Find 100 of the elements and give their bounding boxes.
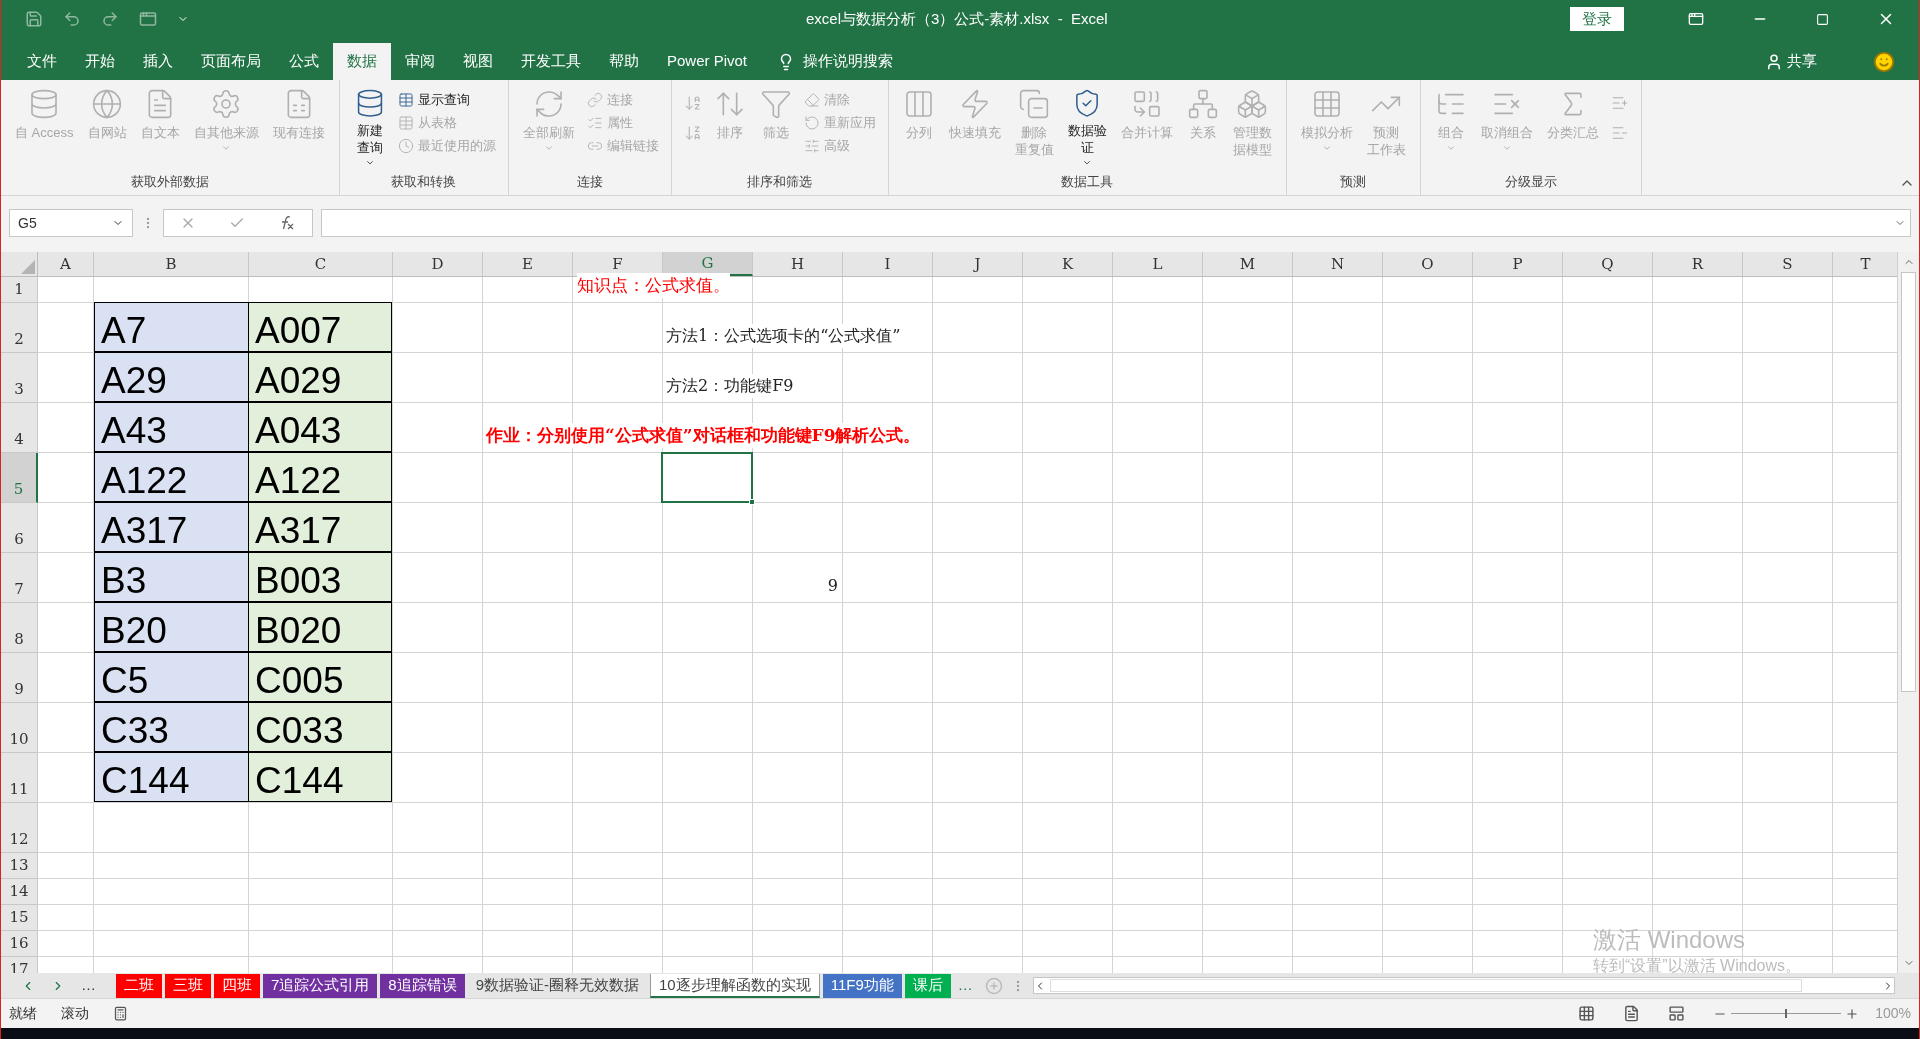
window-icon[interactable] — [139, 10, 157, 28]
sheet-tab[interactable]: 四班 — [214, 973, 260, 998]
more-sheets[interactable]: … — [81, 974, 96, 997]
column-header[interactable]: M — [1203, 252, 1293, 276]
ribbon-button[interactable]: 数据验 证 — [1061, 84, 1113, 168]
maximize-icon[interactable] — [1816, 12, 1829, 26]
active-cell-border[interactable] — [661, 452, 753, 503]
cube-icon — [1236, 88, 1268, 120]
row-header[interactable]: 3 — [1, 353, 38, 403]
column-header[interactable]: K — [1023, 252, 1113, 276]
row-header[interactable]: 4 — [1, 403, 38, 453]
cell-text: 知识点：公式求值。 — [577, 272, 730, 298]
row-header[interactable]: 7 — [1, 553, 38, 603]
name-box[interactable]: G5 — [9, 209, 133, 237]
ribbon-button[interactable]: 显示查询 — [393, 88, 500, 111]
row-header[interactable]: 11 — [1, 753, 38, 803]
row-header[interactable]: 5 — [1, 453, 38, 503]
select-all-icon[interactable] — [21, 260, 35, 274]
add-sheet-icon[interactable] — [984, 976, 1003, 995]
column-header[interactable]: O — [1383, 252, 1473, 276]
row-header[interactable]: 2 — [1, 303, 38, 353]
sheet-tab[interactable]: 11F9功能 — [822, 973, 902, 998]
column-header[interactable]: J — [933, 252, 1023, 276]
more-sheets[interactable]: … — [953, 974, 977, 997]
sheet-tab[interactable]: 7追踪公式引用 — [263, 973, 378, 998]
ribbon-group-label: 排序和筛选 — [747, 172, 812, 191]
column-header[interactable]: N — [1293, 252, 1383, 276]
page-break-icon[interactable] — [1668, 1005, 1686, 1022]
sheet-tab[interactable]: 二班 — [116, 973, 162, 998]
save-icon[interactable] — [25, 10, 43, 28]
menu-tab[interactable]: 帮助 — [595, 43, 653, 80]
cell-text: 方法1：公式选项卡的“公式求值” — [666, 324, 901, 348]
column-header[interactable]: C — [249, 252, 393, 276]
column-header[interactable]: P — [1473, 252, 1563, 276]
column-header[interactable]: S — [1743, 252, 1833, 276]
link-icon — [586, 91, 603, 108]
page-layout-icon[interactable] — [1623, 1005, 1641, 1022]
row-header[interactable]: 1 — [1, 277, 38, 303]
row-header[interactable]: 10 — [1, 703, 38, 753]
sheet-tab[interactable]: 8追踪错误 — [380, 973, 465, 998]
zoom-slider[interactable] — [1731, 1008, 1842, 1019]
row-header[interactable]: 14 — [1, 879, 38, 905]
row-header[interactable]: 13 — [1, 853, 38, 879]
menu-tab[interactable]: 开发工具 — [507, 43, 595, 80]
row-header[interactable]: 12 — [1, 803, 38, 853]
column-header[interactable]: H — [753, 252, 843, 276]
column-header[interactable]: R — [1653, 252, 1743, 276]
row-header[interactable]: 16 — [1, 931, 38, 957]
table-cell: B020 — [248, 602, 392, 652]
refresh-icon — [803, 114, 820, 131]
table-cell: A317 — [94, 502, 249, 552]
horizontal-scrollbar[interactable] — [1032, 977, 1895, 994]
macro-icon[interactable] — [113, 1006, 128, 1021]
menu-tab[interactable]: 视图 — [449, 43, 507, 80]
undo-icon[interactable] — [63, 10, 81, 28]
menu-tab[interactable]: 开始 — [71, 43, 129, 80]
row-header[interactable]: 17 — [1, 957, 38, 973]
sliders-icon — [803, 137, 820, 154]
row-header[interactable]: 6 — [1, 503, 38, 553]
watermark-hint: 转到“设置”以激活 Windows。 — [1593, 956, 1801, 976]
ribbon-display-icon[interactable] — [1688, 11, 1704, 27]
menu-tab[interactable]: 页面布局 — [187, 43, 275, 80]
column-header[interactable]: L — [1113, 252, 1203, 276]
column-header[interactable]: E — [483, 252, 573, 276]
menu-tab[interactable]: 审阅 — [391, 43, 449, 80]
row-header[interactable]: 9 — [1, 653, 38, 703]
login-button[interactable]: 登录 — [1570, 7, 1624, 31]
row-header[interactable]: 15 — [1, 905, 38, 931]
sheet-tab[interactable]: 9数据验证-圈释无效数据 — [467, 973, 648, 998]
smiley-icon[interactable] — [1873, 50, 1895, 73]
normal-view-icon[interactable] — [1578, 1005, 1596, 1022]
menu-tab[interactable]: 数据 — [333, 43, 391, 80]
zoom-in-icon[interactable] — [1845, 1006, 1860, 1021]
menu-tab[interactable]: Power Pivot — [653, 43, 762, 80]
column-header[interactable]: D — [393, 252, 483, 276]
column-header[interactable]: A — [38, 252, 94, 276]
ribbon-button[interactable]: 新建 查询 — [347, 84, 392, 168]
formula-input[interactable] — [321, 209, 1911, 237]
column-header[interactable]: Q — [1563, 252, 1653, 276]
table-cell: C144 — [248, 752, 392, 802]
menu-tab[interactable]: 公式 — [275, 43, 333, 80]
row-header[interactable]: 8 — [1, 603, 38, 653]
table-icon — [397, 91, 414, 108]
column-header[interactable]: G — [663, 252, 753, 276]
redo-icon[interactable] — [101, 10, 119, 28]
sheet-tab[interactable]: 10逐步理解函数的实现 — [650, 973, 820, 998]
column-header[interactable]: I — [843, 252, 933, 276]
menu-tab[interactable]: 文件 — [13, 43, 71, 80]
menu-tab[interactable]: 插入 — [129, 43, 187, 80]
vertical-scrollbar[interactable] — [1897, 252, 1919, 973]
zoom-thumb[interactable] — [1785, 1009, 1788, 1018]
tell-me-search[interactable]: 操作说明搜索 — [803, 50, 894, 73]
list-icon — [1610, 124, 1629, 142]
sort-icon — [683, 124, 702, 142]
table-icon — [397, 114, 414, 131]
column-header[interactable]: B — [94, 252, 249, 276]
share-link[interactable]: 共享 — [1787, 50, 1817, 73]
sheet-tab[interactable]: 三班 — [165, 973, 211, 998]
window-title: excel与数据分析（3）公式-素材.xlsx - Excel — [806, 8, 1108, 29]
table-cell: A122 — [94, 452, 249, 502]
